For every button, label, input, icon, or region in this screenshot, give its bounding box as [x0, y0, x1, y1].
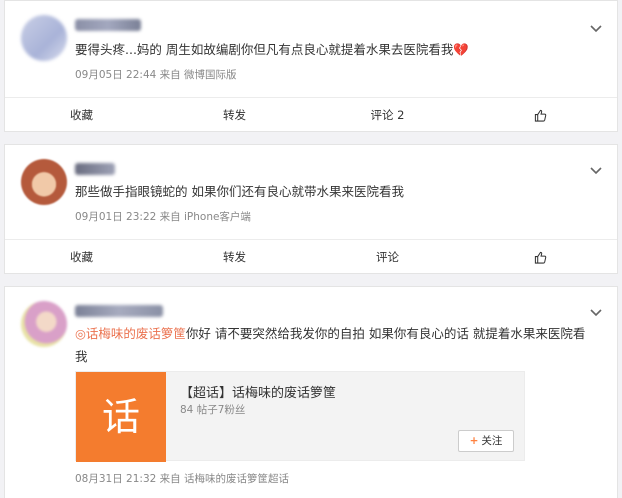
post-meta[interactable]: 09月01日 23:22 来自 iPhone客户端	[75, 209, 251, 224]
collect-button[interactable]: 收藏	[5, 98, 158, 132]
post-text: 那些做手指眼镜蛇的 如果你们还有良心就带水果来医院看我	[75, 184, 404, 199]
post-card: 那些做手指眼镜蛇的 如果你们还有良心就带水果来医院看我 09月01日 23:22…	[4, 144, 618, 274]
chevron-down-icon[interactable]	[589, 307, 603, 321]
action-bar: 收藏 转发 评论	[5, 239, 617, 274]
comment-button[interactable]: 评论 2	[311, 98, 464, 132]
post-meta[interactable]: 08月31日 21:32 来自 话梅味的废话箩筐超话	[75, 471, 289, 486]
username[interactable]	[75, 163, 115, 175]
topic-title[interactable]: 【超话】话梅味的废话箩筐	[180, 382, 336, 401]
repost-button[interactable]: 转发	[158, 240, 311, 274]
thumbs-up-icon	[534, 109, 547, 122]
post-card: ◎话梅味的废话箩筐你好 请不要突然给我发你的自拍 如果你有良心的话 就提着水果来…	[4, 286, 618, 498]
like-button[interactable]	[464, 240, 617, 274]
post-text: 要得头疼...妈的 周生如故编剧你但凡有点良心就提着水果去医院看我💔	[75, 42, 469, 57]
chevron-down-icon[interactable]	[589, 23, 603, 37]
avatar[interactable]	[21, 301, 67, 347]
username[interactable]	[75, 19, 141, 31]
avatar[interactable]	[21, 159, 67, 205]
follow-label: 关注	[481, 435, 503, 447]
post-meta[interactable]: 09月05日 22:44 来自 微博国际版	[75, 67, 237, 82]
avatar[interactable]	[21, 15, 67, 61]
plus-icon: +	[469, 435, 479, 447]
post-card: 要得头疼...妈的 周生如故编剧你但凡有点良心就提着水果去医院看我💔 09月05…	[4, 0, 618, 132]
thumbs-up-icon	[534, 251, 547, 264]
topic-cover: 话	[76, 372, 166, 462]
follow-button[interactable]: + 关注	[458, 430, 514, 452]
comment-button[interactable]: 评论	[311, 240, 464, 274]
like-button[interactable]	[464, 98, 617, 132]
topic-stats: 84 帖子7粉丝	[180, 404, 246, 416]
topic-card[interactable]: 话 【超话】话梅味的废话箩筐 84 帖子7粉丝 + 关注	[75, 371, 525, 462]
topic-link[interactable]: ◎话梅味的废话箩筐	[75, 326, 186, 341]
repost-button[interactable]: 转发	[158, 98, 311, 132]
post-text: ◎话梅味的废话箩筐你好 请不要突然给我发你的自拍 如果你有良心的话 就提着水果来…	[75, 322, 591, 368]
action-bar: 收藏 转发 评论 2	[5, 97, 617, 132]
chevron-down-icon[interactable]	[589, 165, 603, 179]
username[interactable]	[75, 305, 163, 317]
collect-button[interactable]: 收藏	[5, 240, 158, 274]
